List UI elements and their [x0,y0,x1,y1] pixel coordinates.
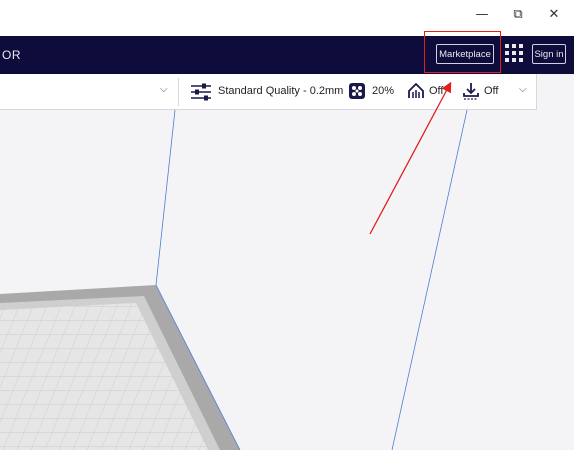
support-value[interactable]: Off [429,85,443,97]
build-volume-edge [391,110,468,450]
adhesion-value[interactable]: Off [484,85,498,97]
print-settings-bar: ⌵ Standard Quality - 0.2mm 20% Off Off ⌵ [0,74,537,110]
build-volume-edge [155,110,176,286]
infill-icon [349,83,365,99]
infill-value[interactable]: 20% [372,85,394,97]
toolbar-divider [178,78,179,106]
build-plate-viewport[interactable] [0,110,574,450]
sign-in-button[interactable]: Sign in [532,44,566,64]
settings-dropdown-chevron-icon[interactable]: ⌵ [519,84,527,95]
adhesion-icon [463,83,479,100]
close-button[interactable]: ✕ [534,0,574,30]
minimize-button[interactable]: — [462,0,502,30]
annotation-highlight-box [424,31,501,73]
sliders-icon [191,83,211,101]
printer-dropdown-chevron-icon[interactable]: ⌵ [160,84,168,95]
support-icon [408,82,424,98]
header-label: OR [2,48,21,62]
maximize-button[interactable]: ⧉ [498,0,538,30]
grid-icon[interactable] [505,44,523,62]
profile-label[interactable]: Standard Quality - 0.2mm [218,85,343,97]
